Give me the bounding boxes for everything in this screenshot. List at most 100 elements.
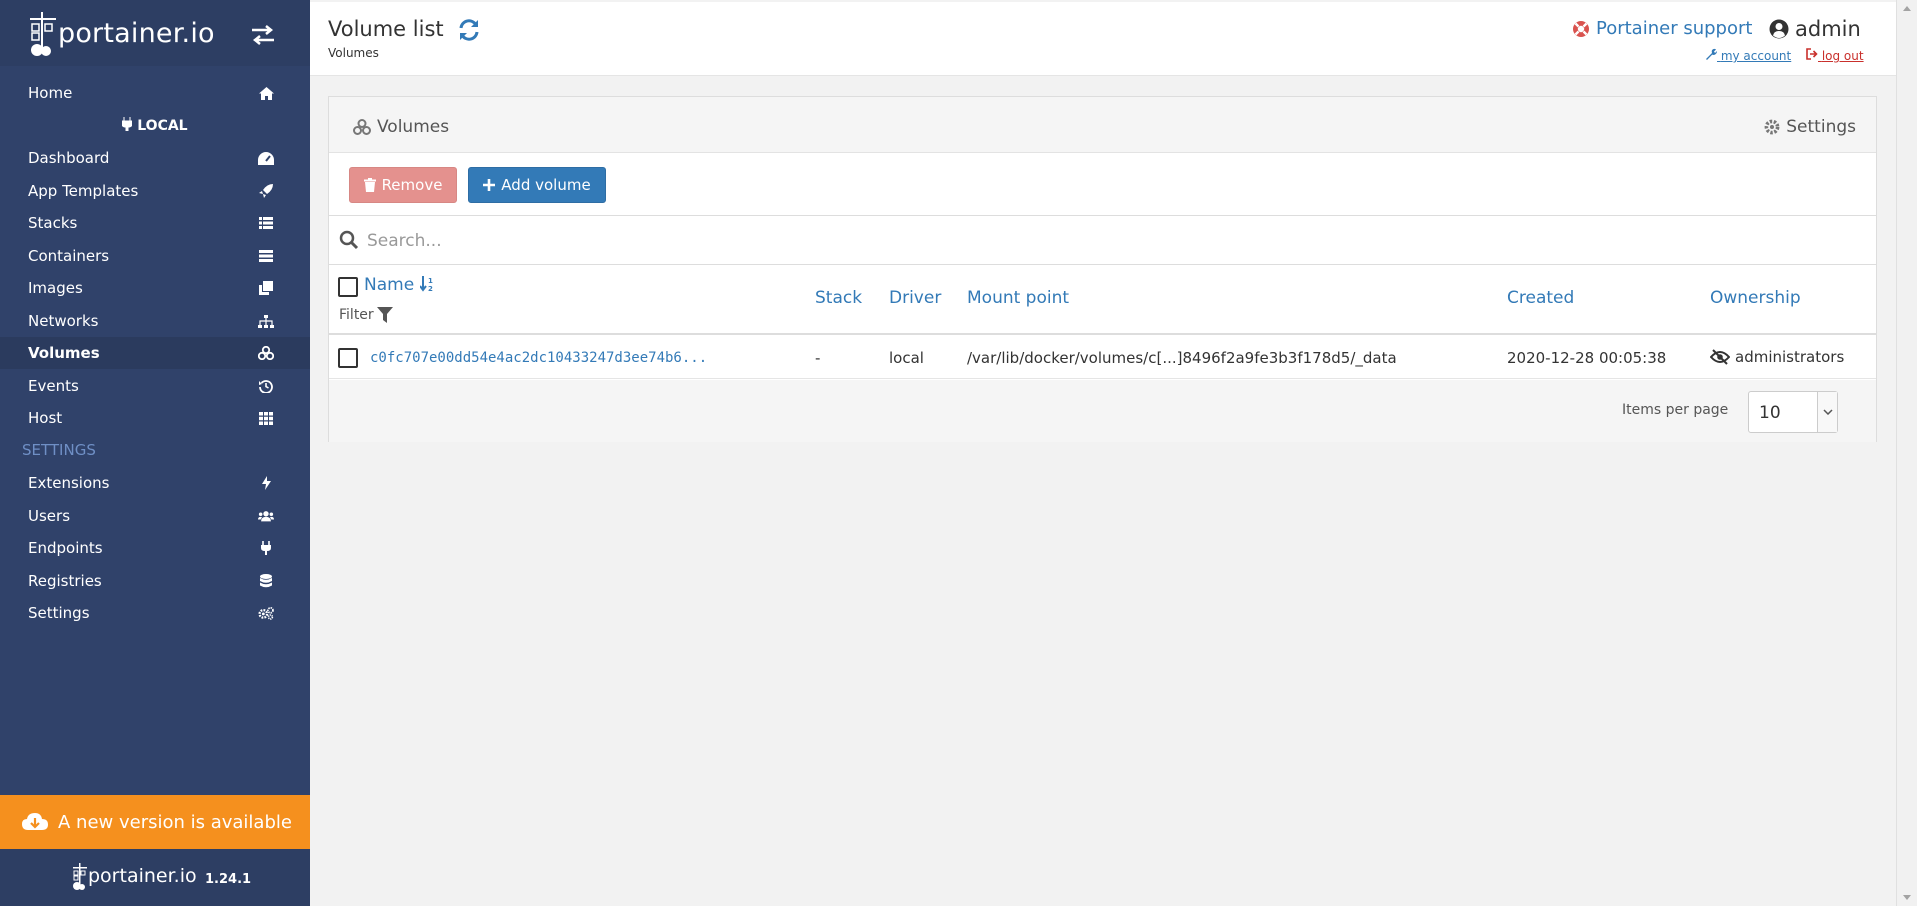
sidebar-item-home[interactable]: Home <box>0 77 310 109</box>
sidebar-item-label: Volumes <box>28 344 100 362</box>
refresh-icon[interactable] <box>457 18 481 42</box>
sidebar-item-extensions[interactable]: Extensions <box>0 467 310 499</box>
footer-logo-text: portainer.io <box>88 865 197 887</box>
settings-section-title: SETTINGS <box>22 441 96 459</box>
portainer-logo-icon <box>30 12 56 56</box>
volume-ownership: administrators <box>1710 348 1844 366</box>
widget-header: Volumes Settings <box>329 97 1876 153</box>
update-banner[interactable]: A new version is available <box>0 795 310 849</box>
trash-icon <box>363 178 376 192</box>
table-settings-button[interactable]: Settings <box>1764 117 1856 137</box>
users-icon <box>258 508 274 524</box>
sidebar-item-containers[interactable]: Containers <box>0 240 310 272</box>
exchange-icon[interactable] <box>250 24 276 46</box>
my-account-link[interactable]: my account <box>1705 48 1791 63</box>
sidebar-item-networks[interactable]: Networks <box>0 305 310 337</box>
sidebar-item-stacks[interactable]: Stacks <box>0 207 310 239</box>
column-header-ownership[interactable]: Ownership <box>1710 288 1801 308</box>
sidebar-item-label: App Templates <box>28 182 139 200</box>
sidebar-item-label: Host <box>28 409 63 427</box>
log-out-link[interactable]: log out <box>1806 48 1864 63</box>
sidebar-item-label: Endpoints <box>28 539 103 557</box>
search-icon <box>339 230 359 250</box>
page-title: Volume list <box>328 17 444 41</box>
sidebar-item-host[interactable]: Host <box>0 402 310 434</box>
sidebar-item-label: Home <box>28 84 73 102</box>
table-header: Name 12 Filter Stack Driver Mount point … <box>329 265 1876 335</box>
th-list-icon <box>258 215 274 231</box>
sidebar-item-volumes[interactable]: Volumes <box>0 337 310 369</box>
sidebar-item-label: Dashboard <box>28 149 110 167</box>
th-icon <box>258 410 274 426</box>
column-header-name[interactable]: Name 12 <box>364 275 436 295</box>
search-input[interactable] <box>367 226 1847 256</box>
sidebar-item-registries[interactable]: Registries <box>0 565 310 597</box>
sign-out-icon <box>1806 48 1818 60</box>
sidebar-item-dashboard[interactable]: Dashboard <box>0 142 310 174</box>
update-banner-label: A new version is available <box>58 811 292 833</box>
breadcrumb: Volumes <box>328 46 379 60</box>
sidebar-item-images[interactable]: Images <box>0 272 310 304</box>
logo-bar: portainer.io <box>0 0 310 66</box>
sidebar: portainer.io Home LOCAL Dashboard App Te… <box>0 0 310 906</box>
table-row: c0fc707e00dd54e4ac2dc10433247d3ee74b6...… <box>329 337 1876 379</box>
server-icon <box>258 248 274 264</box>
sidebar-item-label: Networks <box>28 312 99 330</box>
sidebar-item-users[interactable]: Users <box>0 500 310 532</box>
plus-icon <box>483 179 496 191</box>
filter-icon <box>376 307 393 323</box>
volume-stack: - <box>815 349 821 367</box>
app-version: 1.24.1 <box>205 872 252 887</box>
search-bar <box>329 215 1876 265</box>
name-filter[interactable]: Filter <box>339 307 393 323</box>
column-header-created[interactable]: Created <box>1507 288 1574 308</box>
sidebar-footer: portainer.io 1.24.1 <box>0 849 310 906</box>
volume-name-link[interactable]: c0fc707e00dd54e4ac2dc10433247d3ee74b6... <box>370 350 707 366</box>
row-checkbox[interactable] <box>338 348 358 368</box>
select-all-checkbox[interactable] <box>338 277 358 297</box>
page-scrollbar[interactable] <box>1896 0 1917 906</box>
widget-title: Volumes <box>353 117 449 137</box>
page-header: Volume list Volumes Portainer support ad… <box>310 2 1896 76</box>
column-header-driver[interactable]: Driver <box>889 288 941 308</box>
plug-icon <box>258 540 274 556</box>
user-name: admin <box>1795 17 1861 41</box>
sidebar-item-label: Registries <box>28 572 102 590</box>
sidebar-item-app-templates[interactable]: App Templates <box>0 175 310 207</box>
add-volume-button[interactable]: Add volume <box>468 167 606 203</box>
svg-text:2: 2 <box>428 285 433 292</box>
portainer-logo-icon <box>73 863 87 890</box>
sidebar-item-endpoints[interactable]: Endpoints <box>0 532 310 564</box>
user-menu: admin <box>1769 17 1861 41</box>
wrench-icon <box>1706 48 1717 60</box>
logo-text[interactable]: portainer.io <box>58 18 215 49</box>
svg-text:1: 1 <box>428 277 433 285</box>
sort-alpha-asc-icon: 12 <box>418 276 433 293</box>
remove-button[interactable]: Remove <box>349 167 457 203</box>
user-circle-icon <box>1769 19 1789 39</box>
support-link[interactable]: Portainer support <box>1572 18 1752 39</box>
column-header-stack[interactable]: Stack <box>815 288 862 308</box>
volume-created: 2020-12-28 00:05:38 <box>1507 349 1667 367</box>
sidebar-item-label: Events <box>28 377 79 395</box>
support-label: Portainer support <box>1596 18 1753 39</box>
cubes-icon <box>353 119 371 135</box>
cubes-icon <box>258 345 274 361</box>
life-ring-icon <box>1573 20 1589 37</box>
table-footer: Items per page 10 <box>329 380 1876 442</box>
sitemap-icon <box>258 313 274 329</box>
sidebar-item-settings[interactable]: Settings <box>0 597 310 629</box>
cloud-download-icon <box>22 813 48 830</box>
sidebar-item-label: Containers <box>28 247 110 265</box>
endpoint-label: LOCAL <box>0 117 310 134</box>
sidebar-item-events[interactable]: Events <box>0 370 310 402</box>
sidebar-item-label: Extensions <box>28 474 110 492</box>
cog-icon <box>1764 119 1780 135</box>
column-header-mount-point[interactable]: Mount point <box>967 288 1069 308</box>
bolt-icon <box>258 475 274 491</box>
chevron-down-icon <box>1817 392 1837 432</box>
scroll-up-icon[interactable] <box>1903 6 1911 11</box>
scroll-down-icon[interactable] <box>1903 895 1911 900</box>
history-icon <box>258 378 274 394</box>
items-per-page-select[interactable]: 10 <box>1748 391 1838 433</box>
